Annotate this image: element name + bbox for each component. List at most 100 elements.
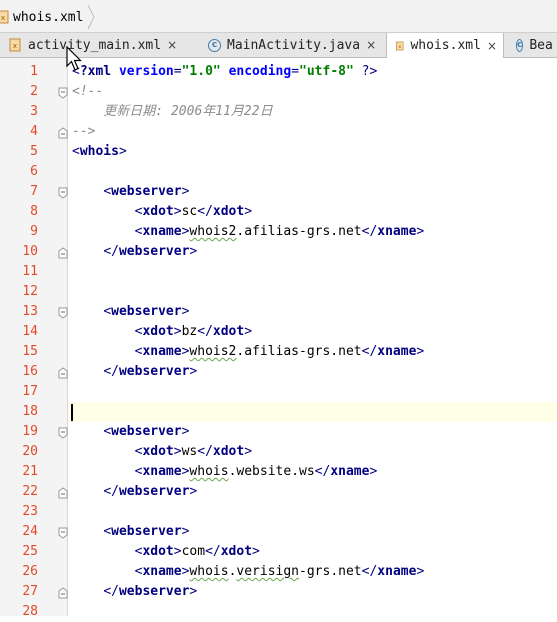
fold-open-icon[interactable]	[58, 302, 68, 322]
token-br: >	[173, 544, 182, 559]
token-cmt: -->	[72, 124, 96, 139]
token-br: =	[173, 64, 182, 79]
token-br: >	[416, 224, 425, 239]
token-tag: webserver	[111, 184, 182, 199]
token-br: >	[252, 544, 260, 559]
token-tag: xname	[142, 464, 182, 479]
token-br: </	[197, 204, 213, 219]
fold-close-icon[interactable]	[58, 582, 68, 602]
line-number: 18	[22, 404, 38, 419]
code-text: <webserver>	[72, 522, 189, 542]
code-line: 5 <whois>	[0, 142, 557, 162]
breadcrumb-item-whois-xml[interactable]: x whois.xml	[0, 5, 89, 29]
code-text: <xname>whois.verisign-grs.net</xname>	[72, 562, 425, 582]
token-br: <	[103, 424, 112, 439]
line-number: 17	[22, 384, 38, 399]
code-line: 28	[0, 602, 557, 622]
code-line: 23	[0, 502, 557, 522]
line-number: 20	[22, 444, 38, 459]
tab-label: activity_main.xml	[28, 37, 162, 53]
code-text: <xdot>ws</xdot>	[72, 442, 252, 462]
token-tag: xname	[142, 344, 182, 359]
line-number: 12	[22, 284, 38, 299]
close-tab-icon[interactable]: ×	[366, 38, 376, 52]
tab-whois-xml[interactable]: x whois.xml ×	[386, 33, 504, 58]
token-br: </	[197, 444, 213, 459]
token-txt: .website.ws	[228, 464, 315, 479]
token-tag: xdot	[212, 204, 245, 219]
fold-open-icon[interactable]	[58, 82, 68, 102]
token-br: >	[118, 144, 127, 159]
class-icon: c	[516, 38, 524, 52]
code-text: <xdot>com</xdot>	[72, 542, 260, 562]
tab-activity-main-xml[interactable]: x activity_main.xml ×	[0, 33, 196, 57]
token-br: >	[244, 444, 253, 459]
fold-open-icon[interactable]	[58, 522, 68, 542]
code-line: 26 <xname>whois.verisign-grs.net</xname>	[0, 562, 557, 582]
code-line: 4 -->	[0, 122, 557, 142]
fold-close-icon[interactable]	[58, 362, 68, 382]
line-number: 25	[22, 544, 38, 559]
close-tab-icon[interactable]: ×	[487, 39, 497, 53]
token-tag: xdot	[142, 204, 174, 219]
fold-open-icon[interactable]	[58, 182, 68, 202]
xml-file-icon: x	[396, 41, 404, 50]
code-text: <whois>	[72, 142, 127, 162]
line-number: 14	[22, 324, 38, 339]
line-number: 3	[30, 104, 38, 119]
code-line: 21 <xname>whois.website.ws</xname>	[0, 462, 557, 482]
token-br: >	[173, 444, 182, 459]
token-txt: .afilias-grs.net	[236, 344, 362, 359]
code-line: 9 <xname>whois2.afilias-grs.net</xname>	[0, 222, 557, 242]
tab-mainactivity-java[interactable]: c MainActivity.java ×	[200, 33, 384, 57]
token-br: </	[205, 544, 221, 559]
code-text: <webserver>	[72, 182, 189, 202]
token-br: </	[103, 244, 119, 259]
token-txt: .afilias-grs.net	[236, 224, 362, 239]
token-sq: whois	[189, 464, 229, 479]
token-tag: xdot	[142, 544, 174, 559]
code-line: 24 <webserver>	[0, 522, 557, 542]
code-line: 14 <xdot>bz</xdot>	[0, 322, 557, 342]
code-line: 10 </webserver>	[0, 242, 557, 262]
token-tag: webserver	[111, 524, 182, 539]
code-text: -->	[72, 122, 95, 142]
code-line: 7 <webserver>	[0, 182, 557, 202]
token-txt: ws	[181, 444, 198, 459]
current-line-highlight	[68, 402, 557, 422]
fold-close-icon[interactable]	[58, 242, 68, 262]
line-number: 27	[22, 584, 38, 599]
code-line: 20 <xdot>ws</xdot>	[0, 442, 557, 462]
line-number: 26	[22, 564, 38, 579]
token-br: <	[72, 144, 80, 159]
close-tab-icon[interactable]: ×	[167, 38, 177, 52]
token-cmt: <!--	[72, 84, 104, 99]
tab-bea[interactable]: c Bea	[508, 33, 557, 57]
token-tag: ?xml	[79, 64, 119, 79]
fold-close-icon[interactable]	[58, 122, 68, 142]
line-number: 11	[22, 264, 38, 279]
fold-close-icon[interactable]	[58, 482, 68, 502]
token-br: </	[197, 324, 213, 339]
token-tag: webserver	[118, 364, 190, 379]
code-line: 16 </webserver>	[0, 362, 557, 382]
code-text: <?xml version="1.0" encoding="utf-8" ?>	[72, 62, 377, 82]
token-sq: whois2	[189, 344, 237, 359]
token-br: =	[291, 64, 300, 79]
code-line: 27 </webserver>	[0, 582, 557, 602]
token-br: >	[244, 204, 253, 219]
line-number: 5	[30, 144, 38, 159]
token-tag: webserver	[111, 424, 182, 439]
fold-open-icon[interactable]	[58, 422, 68, 442]
